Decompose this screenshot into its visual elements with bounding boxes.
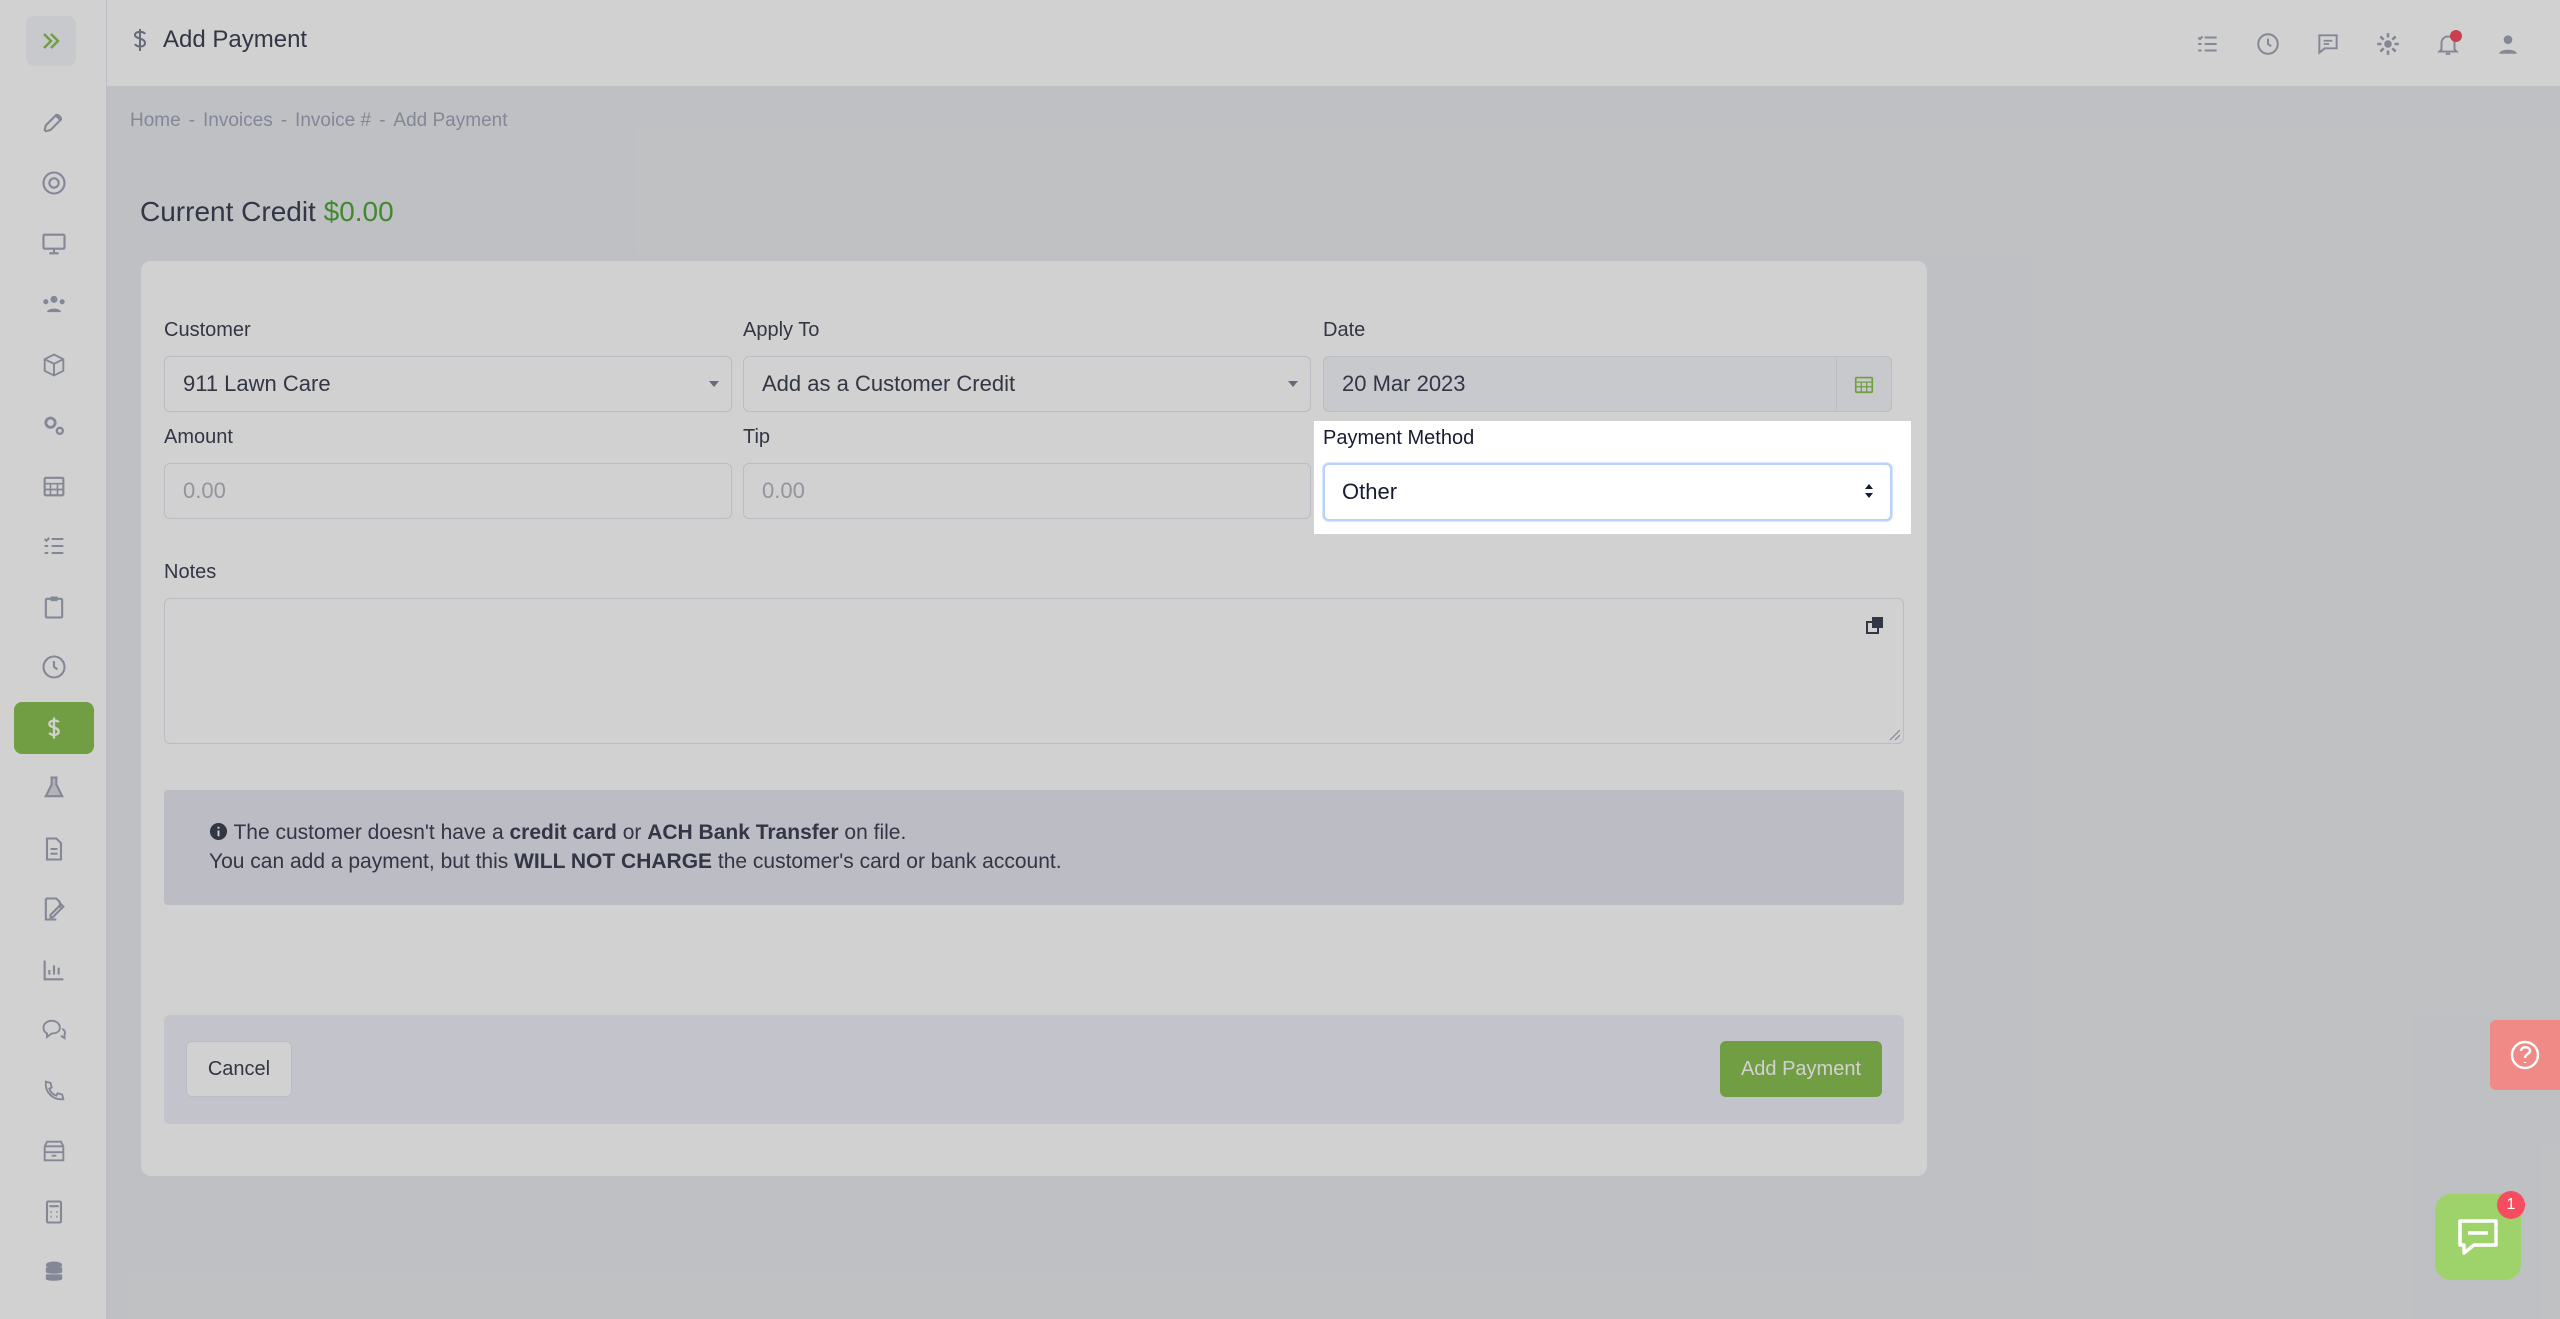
chat-bubble-icon — [2458, 1219, 2498, 1255]
dim-overlay — [0, 0, 2560, 1319]
payment-method-select-value: Other — [1342, 479, 1398, 504]
payment-method-label: Payment Method — [1323, 427, 1475, 449]
sort-updown-icon — [1865, 484, 1873, 498]
payment-method-select[interactable]: Other — [1323, 463, 1892, 521]
question-circle-icon — [2510, 1040, 2540, 1070]
help-button[interactable] — [2490, 1020, 2560, 1090]
chat-unread-badge: 1 — [2497, 1191, 2525, 1219]
payment-method-highlight: Payment Method Other — [1314, 421, 1911, 534]
